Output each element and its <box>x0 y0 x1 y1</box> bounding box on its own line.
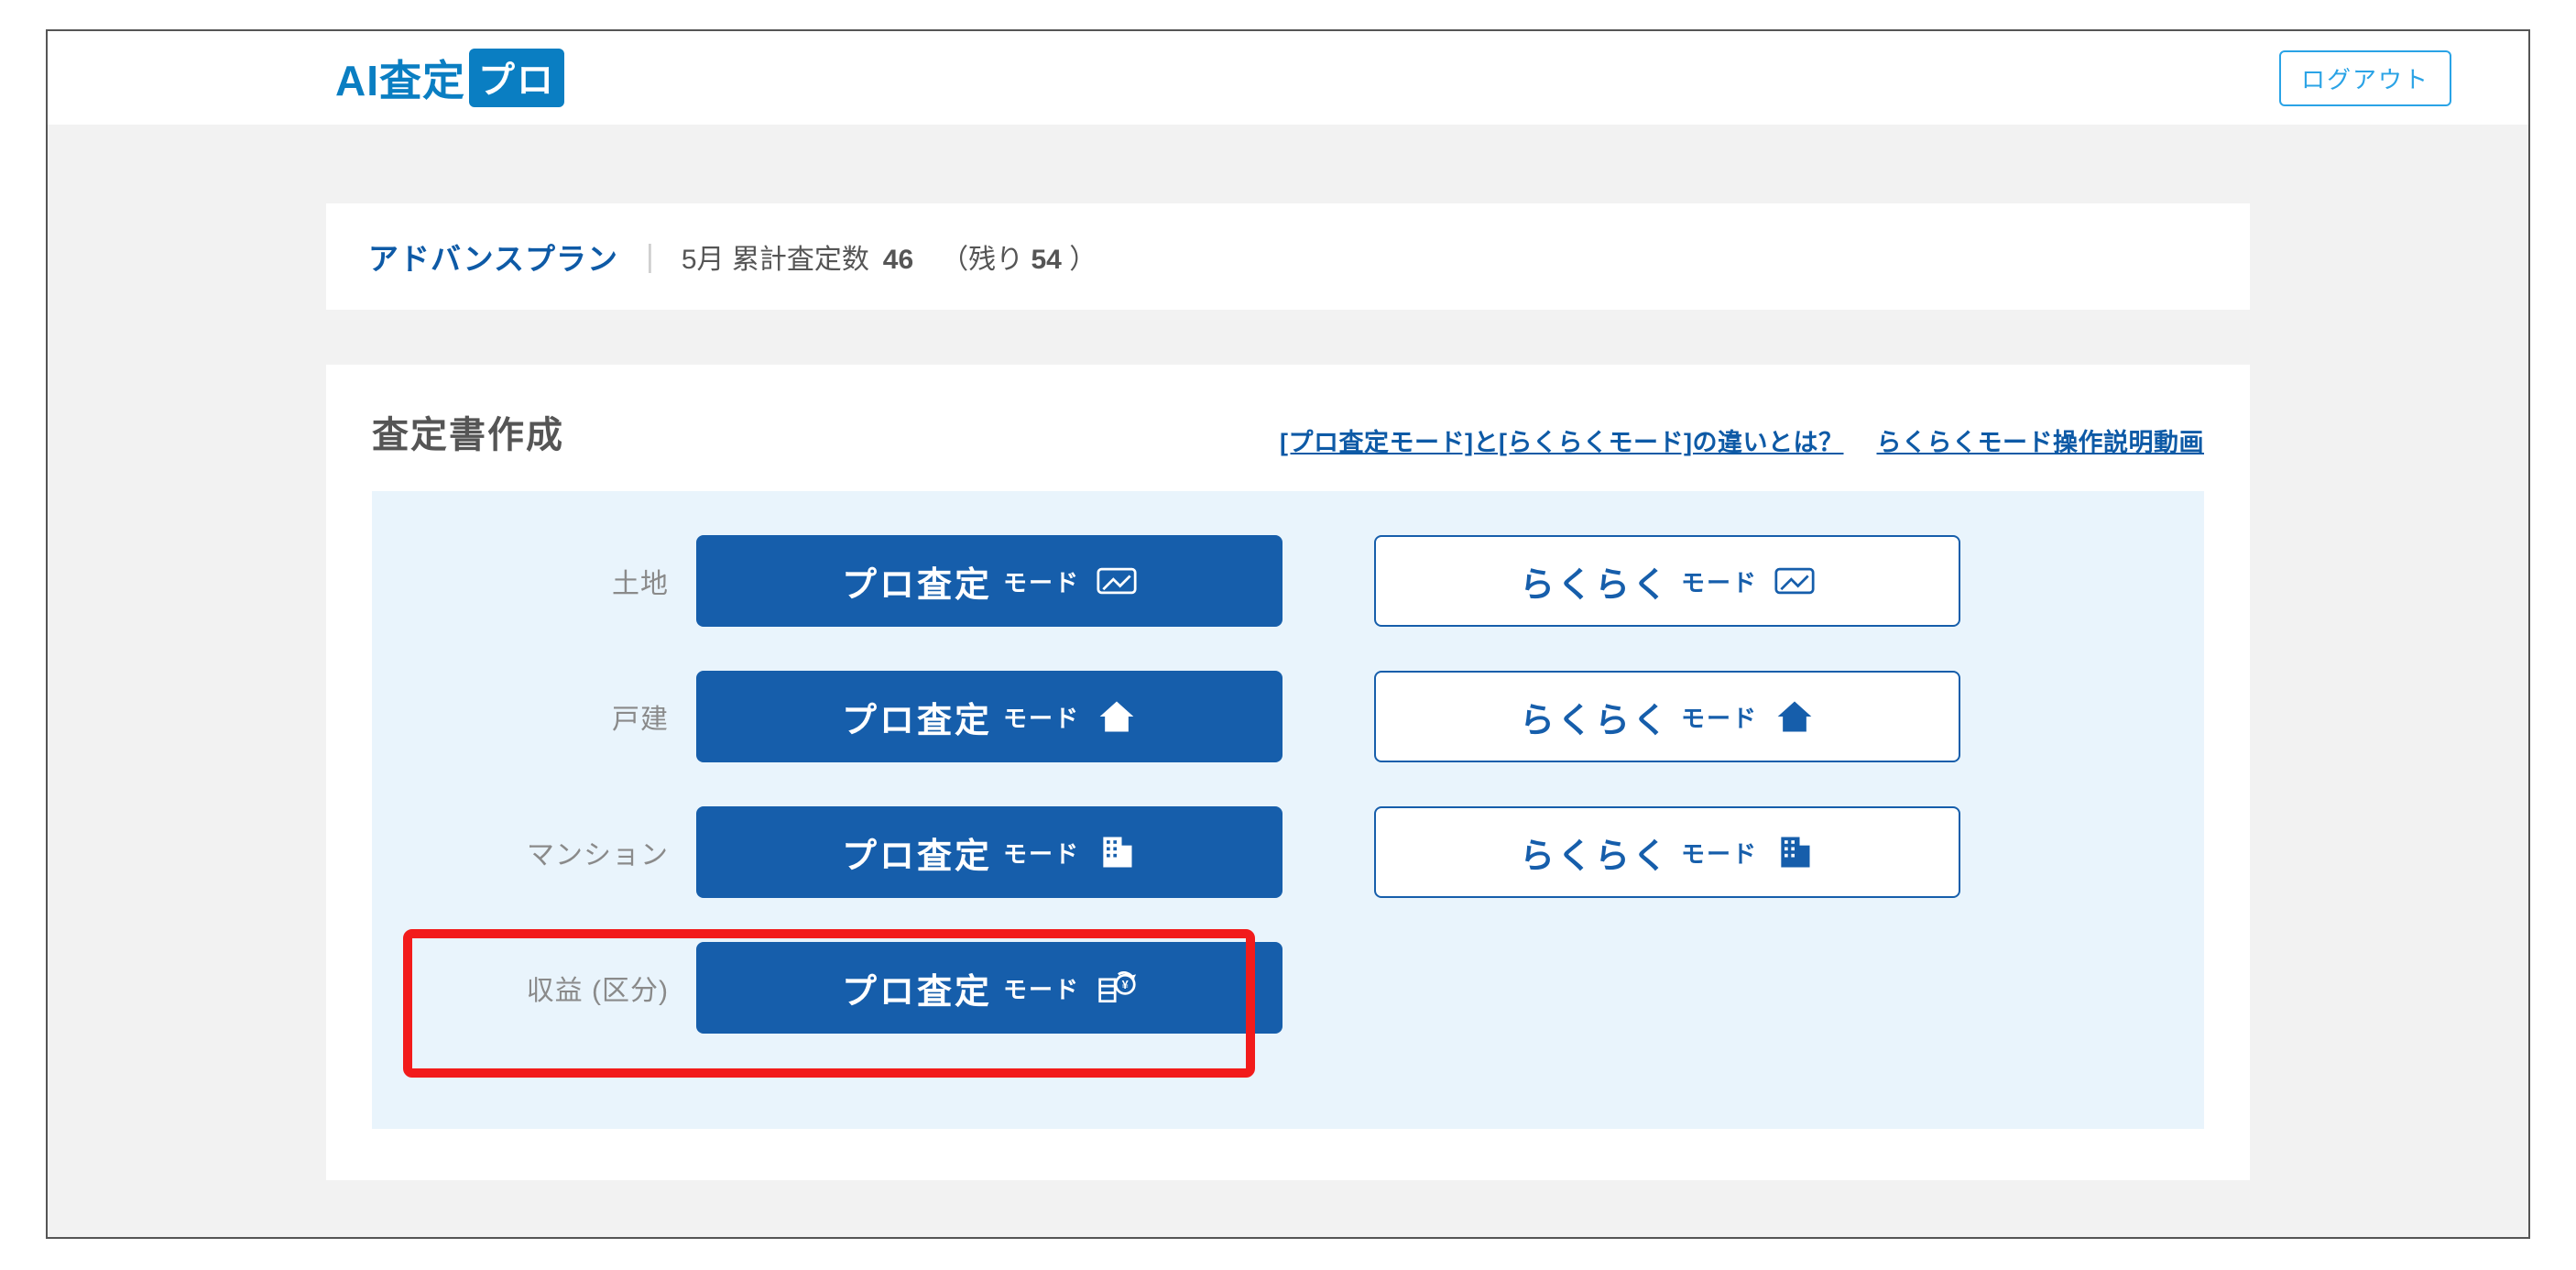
create-assessment-panel: 査定書作成 [プロ査定モード]と[らくらくモード]の違いとは？ らくらくモード操… <box>326 365 2250 1180</box>
building-icon <box>1774 832 1815 872</box>
btn-text-small: モード <box>1681 836 1758 870</box>
btn-text-small: モード <box>1681 700 1758 734</box>
btn-text-small: モード <box>1003 836 1080 870</box>
row-house: 戸建 プロ査定 モード らくらく モード <box>431 671 2145 762</box>
main-area: アドバンスプラン | 5月 累計査定数 46 （残り 54 ） 査定書作成 <box>48 125 2528 1239</box>
btn-text-big: らくらく <box>1520 827 1670 878</box>
yen-cycle-icon: ¥ <box>1097 968 1137 1008</box>
land-easy-mode-button[interactable]: らくらく モード <box>1374 535 1960 627</box>
label-house: 戸建 <box>431 696 669 737</box>
plan-stat: 5月 累計査定数 46 <box>682 236 913 277</box>
row-land: 土地 プロ査定 モード らくらく モード <box>431 535 2145 627</box>
land-icon <box>1774 561 1815 601</box>
plan-remaining: （残り 54 ） <box>941 236 1097 277</box>
link-easy-mode-video[interactable]: らくらくモード操作説明動画 <box>1877 422 2205 458</box>
plan-name: アドバンスプラン <box>368 235 618 279</box>
app-header: AI査定 プロ ログアウト <box>48 31 2528 125</box>
label-income: 収益 (区分) <box>431 968 669 1008</box>
mansion-easy-mode-button[interactable]: らくらく モード <box>1374 806 1960 898</box>
svg-text:¥: ¥ <box>1122 978 1130 991</box>
plan-stat-value: 46 <box>883 245 913 275</box>
btn-text-small: モード <box>1003 564 1080 598</box>
app-frame: AI査定 プロ ログアウト アドバンスプラン | 5月 累計査定数 46 （残り <box>46 29 2530 1239</box>
app-logo: AI査定 プロ <box>335 48 564 108</box>
btn-text-big: プロ査定 <box>842 963 992 1013</box>
btn-text-small: モード <box>1003 971 1080 1005</box>
row-income: 収益 (区分) プロ査定 モード <box>431 942 2145 1034</box>
plan-separator: | <box>646 239 654 275</box>
label-mansion: マンション <box>431 832 669 872</box>
link-mode-difference[interactable]: [プロ査定モード]と[らくらくモード]の違いとは？ <box>1280 422 1843 458</box>
btn-text-big: プロ査定 <box>842 556 992 607</box>
mansion-pro-mode-button[interactable]: プロ査定 モード <box>696 806 1283 898</box>
building-icon <box>1097 832 1137 872</box>
house-pro-mode-button[interactable]: プロ査定 モード <box>696 671 1283 762</box>
btn-text-small: モード <box>1681 564 1758 598</box>
house-easy-mode-button[interactable]: らくらく モード <box>1374 671 1960 762</box>
plan-bar: アドバンスプラン | 5月 累計査定数 46 （残り 54 ） <box>326 203 2250 310</box>
income-pro-mode-button[interactable]: プロ査定 モード ¥ <box>696 942 1283 1034</box>
house-icon <box>1774 696 1815 737</box>
create-title: 査定書作成 <box>372 405 564 458</box>
btn-text-big: らくらく <box>1520 692 1670 742</box>
land-icon <box>1097 561 1137 601</box>
land-pro-mode-button[interactable]: プロ査定 モード <box>696 535 1283 627</box>
mode-button-area: 土地 プロ査定 モード らくらく モード <box>372 491 2204 1129</box>
btn-text-big: プロ査定 <box>842 692 992 742</box>
label-land: 土地 <box>431 561 669 601</box>
plan-stat-label: 5月 累計査定数 <box>682 245 869 275</box>
logo-text: AI査定 プロ <box>335 48 564 108</box>
plan-remain-value: 54 <box>1031 245 1061 275</box>
logo-main: AI査定 <box>335 48 465 108</box>
plan-remain-prefix: （残り <box>941 245 1023 275</box>
row-mansion: マンション プロ査定 モード らくらく モード <box>431 806 2145 898</box>
logo-badge: プロ <box>469 49 564 107</box>
btn-text-big: らくらく <box>1520 556 1670 607</box>
logout-button[interactable]: ログアウト <box>2279 50 2451 106</box>
plan-remain-suffix: ） <box>1069 245 1097 275</box>
btn-text-small: モード <box>1003 700 1080 734</box>
btn-text-big: プロ査定 <box>842 827 992 878</box>
house-icon <box>1097 696 1137 737</box>
